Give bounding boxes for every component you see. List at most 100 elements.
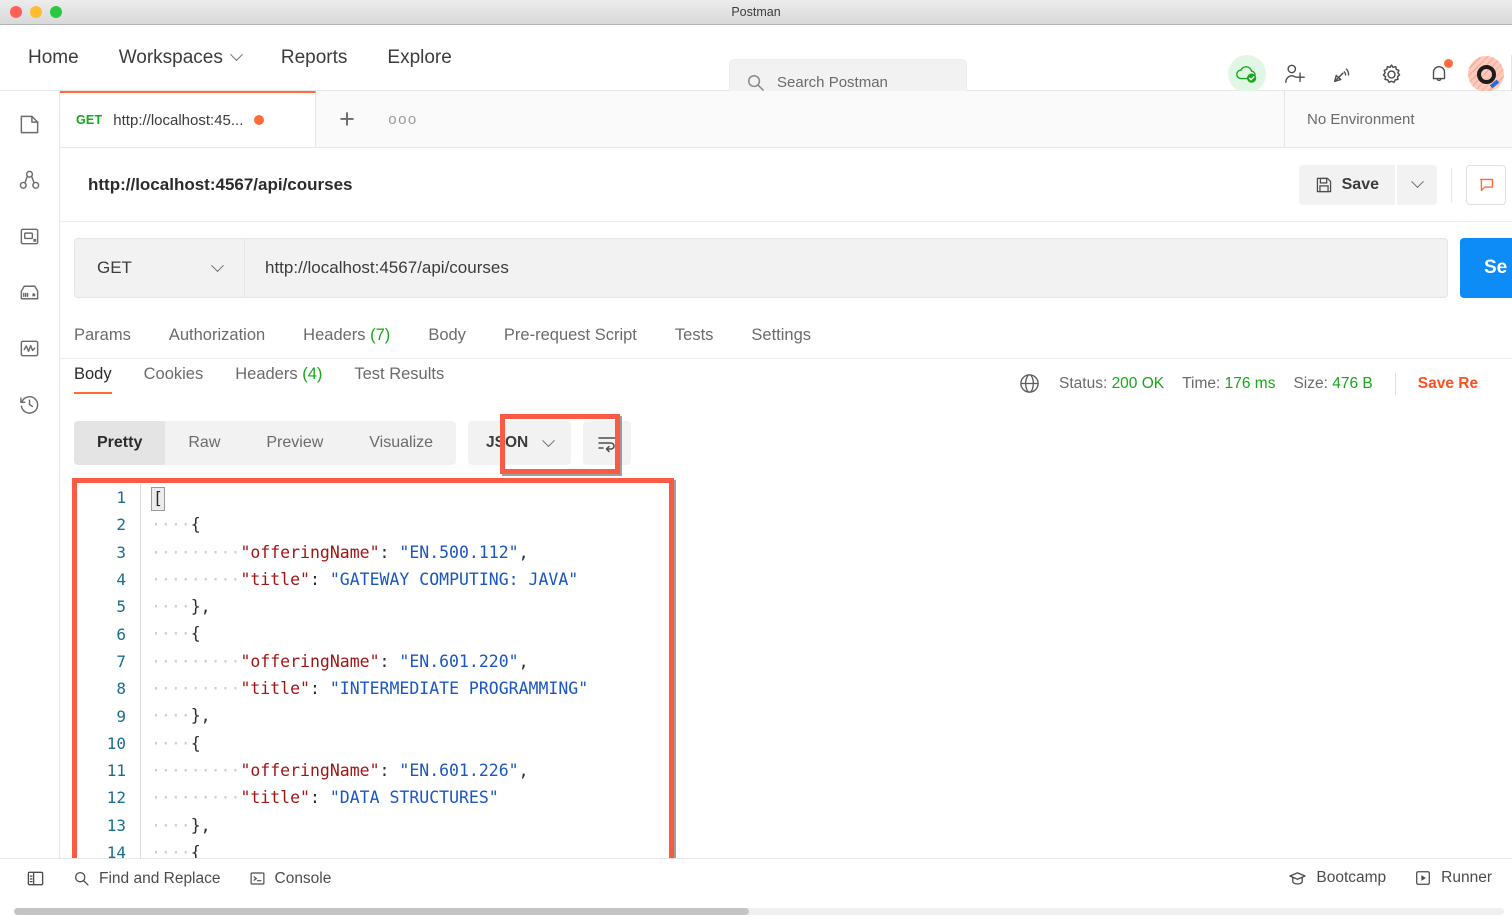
meta-divider	[1394, 372, 1396, 395]
mock-servers-icon[interactable]	[15, 277, 45, 307]
console-button[interactable]: Console	[235, 870, 346, 888]
floppy-disk-icon	[1315, 176, 1333, 194]
indent-guide: ····	[151, 597, 191, 617]
indent-guide: ····	[151, 815, 191, 835]
gear-icon[interactable]	[1372, 55, 1410, 93]
json-punctuation: :	[309, 569, 330, 589]
send-button[interactable]: Se	[1460, 238, 1512, 298]
request-comments-button[interactable]	[1466, 164, 1506, 205]
runner-button[interactable]: Runner	[1400, 869, 1506, 887]
avatar[interactable]	[1468, 56, 1504, 92]
request-tab-active[interactable]: GET http://localhost:45...	[60, 91, 316, 147]
apis-icon[interactable]	[15, 165, 45, 195]
nav-item-home-label: Home	[28, 46, 79, 68]
close-window-button[interactable]	[10, 6, 22, 18]
response-tab-headers[interactable]: Headers (4)	[219, 365, 338, 394]
tab-settings-label: Settings	[751, 325, 812, 344]
bootcamp-button[interactable]: Bootcamp	[1274, 869, 1400, 887]
indent-guide: ·	[190, 788, 201, 808]
bell-icon[interactable]	[1420, 55, 1458, 93]
request-detail-tabs: Params Authorization Headers (7) Body Pr…	[74, 312, 1448, 358]
view-mode-visualize-label: Visualize	[369, 434, 434, 451]
view-mode-preview[interactable]: Preview	[243, 421, 346, 465]
tab-authorization[interactable]: Authorization	[150, 326, 284, 345]
code-line-number: 3	[116, 542, 126, 562]
json-punctuation: :	[379, 651, 400, 671]
response-tab-body[interactable]: Body	[74, 365, 128, 394]
json-punctuation: :	[379, 760, 400, 780]
response-tab-cookies[interactable]: Cookies	[128, 365, 220, 394]
code-line-number: 8	[116, 679, 126, 699]
save-response-button[interactable]: Save Re	[1418, 375, 1478, 393]
response-format-select[interactable]: JSON	[468, 421, 572, 465]
environments-icon[interactable]	[15, 221, 45, 251]
json-key: "offeringName"	[240, 542, 380, 562]
maximize-window-button[interactable]	[50, 6, 62, 18]
json-punctuation: {	[190, 733, 201, 753]
new-tab-button[interactable]: +	[316, 91, 378, 147]
wrap-lines-icon[interactable]	[583, 421, 632, 465]
postman-app-window: Postman Home Workspaces Reports Explore	[0, 0, 1512, 921]
graduation-cap-icon	[1288, 870, 1307, 887]
response-body-code-viewer[interactable]: 1[2 ····{3 ·········"offeringName": "EN.50…	[78, 484, 1512, 864]
bootcamp-label: Bootcamp	[1316, 869, 1387, 886]
request-url-input[interactable]: http://localhost:4567/api/courses	[245, 238, 1448, 298]
sidebar-toggle-icon[interactable]	[12, 869, 59, 888]
code-line-content: ····},	[140, 702, 1512, 730]
history-icon[interactable]	[15, 389, 45, 419]
size-label: Size: 476 B	[1293, 375, 1372, 393]
code-line-number: 4	[116, 570, 126, 590]
response-tab-test-results[interactable]: Test Results	[338, 365, 460, 394]
invite-user-icon[interactable]	[1276, 55, 1314, 93]
nav-item-workspaces[interactable]: Workspaces	[99, 41, 261, 75]
monitors-icon[interactable]	[15, 333, 45, 363]
nav-item-reports[interactable]: Reports	[261, 41, 368, 75]
nav-item-explore[interactable]: Explore	[367, 41, 471, 75]
code-line-content: ····},	[140, 811, 1512, 839]
indent-guide: ····	[151, 651, 191, 671]
response-tab-test-results-label: Test Results	[354, 365, 445, 383]
minimize-window-button[interactable]	[30, 6, 42, 18]
json-key: "offeringName"	[240, 651, 380, 671]
collections-icon[interactable]	[15, 109, 45, 139]
tab-body[interactable]: Body	[409, 326, 485, 345]
tab-headers[interactable]: Headers (7)	[284, 326, 409, 345]
indent-guide: ····	[200, 569, 241, 589]
view-mode-raw[interactable]: Raw	[165, 421, 243, 465]
http-method-select[interactable]: GET	[74, 238, 245, 298]
environment-selector[interactable]: No Environment	[1284, 91, 1512, 147]
find-and-replace-button[interactable]: Find and Replace	[59, 870, 235, 888]
json-punctuation: {	[190, 624, 201, 644]
save-button[interactable]: Save	[1298, 164, 1395, 205]
code-line-content: ·········"offeringName": "EN.601.226",	[140, 756, 1512, 785]
code-line-content: ·········"offeringName": "EN.500.112",	[140, 538, 1512, 566]
json-punctuation: },	[190, 706, 211, 726]
tab-params[interactable]: Params	[74, 326, 150, 345]
response-tab-body-label: Body	[74, 365, 112, 383]
json-key: "title"	[240, 788, 310, 808]
tab-params-label: Params	[74, 325, 131, 344]
code-line-content: ····{	[140, 620, 1512, 648]
chevron-down-icon	[230, 48, 243, 62]
time-value: 176 ms	[1224, 374, 1276, 392]
horizontal-scrollbar[interactable]	[14, 908, 1504, 915]
cloud-sync-icon[interactable]	[1228, 55, 1266, 93]
json-punctuation: :	[309, 679, 330, 699]
response-meta-bar: Status: 200 OK Time: 176 ms Size: 476 B …	[1018, 372, 1478, 395]
view-mode-visualize[interactable]: Visualize	[346, 421, 456, 465]
tab-settings[interactable]: Settings	[732, 326, 830, 345]
view-mode-pretty[interactable]: Pretty	[74, 421, 166, 465]
code-line-number: 13	[106, 815, 126, 835]
tab-tests[interactable]: Tests	[656, 326, 733, 345]
tab-pre-request-script[interactable]: Pre-request Script	[485, 326, 656, 345]
code-line-number: 2	[116, 515, 126, 535]
avatar-ring-icon	[1476, 64, 1496, 84]
tab-options-button[interactable]: ooo	[378, 91, 428, 147]
broadcast-icon[interactable]	[1324, 55, 1362, 93]
nav-item-home[interactable]: Home	[22, 41, 99, 75]
response-view-toolbar: Pretty Raw Preview Visualize JSON	[74, 421, 632, 465]
save-options-button[interactable]	[1397, 164, 1437, 205]
horizontal-scrollbar-thumb[interactable]	[14, 908, 749, 915]
json-key: "title"	[240, 569, 310, 589]
save-button-group: Save	[1298, 164, 1506, 205]
